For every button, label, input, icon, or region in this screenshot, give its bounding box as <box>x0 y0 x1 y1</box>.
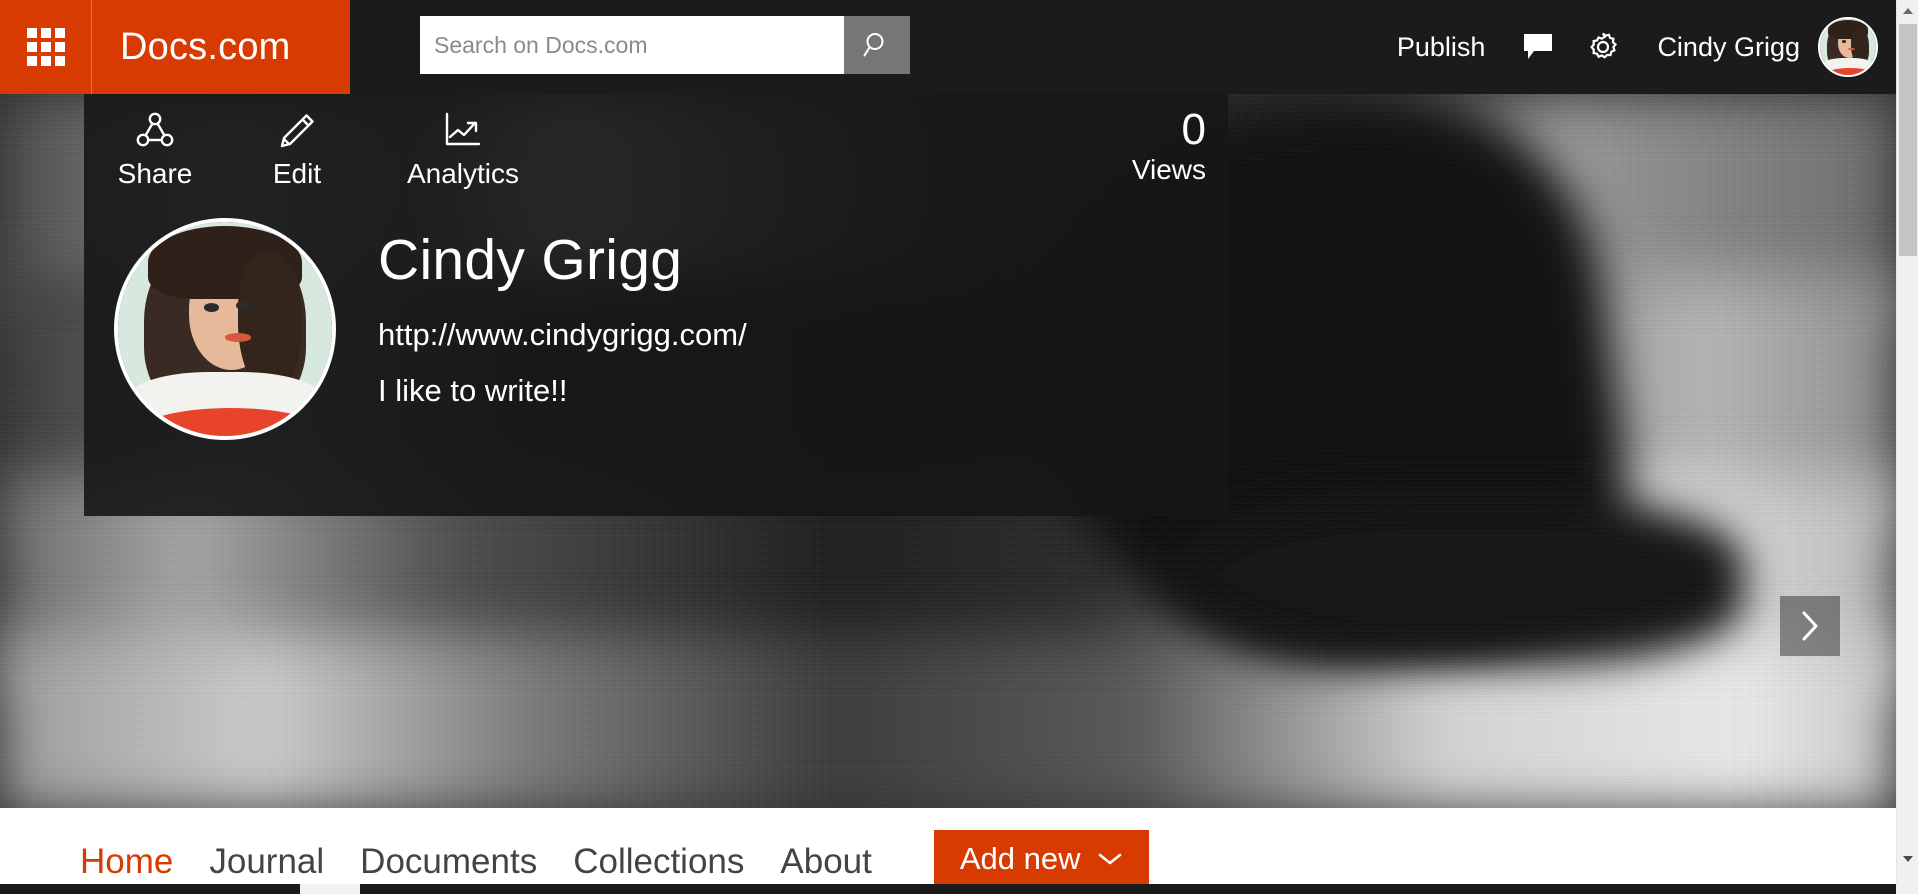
add-new-button[interactable]: Add new <box>933 830 1149 888</box>
share-label: Share <box>117 158 193 189</box>
chat-bubble-icon <box>1524 34 1553 59</box>
vertical-scrollbar[interactable] <box>1896 0 1918 894</box>
suite-bar-right: Publish Cindy Grigg <box>1375 0 1896 94</box>
brand-block: Docs.com <box>0 0 350 94</box>
waffle-icon <box>26 28 65 66</box>
horizontal-scrollbar[interactable] <box>0 884 1896 894</box>
app-launcher-button[interactable] <box>0 0 92 94</box>
brand-title[interactable]: Docs.com <box>92 26 291 69</box>
search-input[interactable] <box>420 16 844 74</box>
hero-banner: Share Edit Analytics 0 Views Cindy Grigg… <box>0 94 1896 808</box>
profile-avatar-portrait <box>118 222 332 436</box>
nav-item-documents[interactable]: Documents <box>360 836 537 888</box>
views-count: 0 <box>1181 105 1206 154</box>
nav-item-about[interactable]: About <box>780 836 871 888</box>
nav-links: Home Journal Documents Collections About <box>0 836 872 888</box>
search-button[interactable] <box>844 16 910 74</box>
scroll-up-button[interactable] <box>1897 0 1918 22</box>
views-label: Views <box>1131 154 1206 185</box>
suite-bar: Docs.com Publish <box>0 0 1896 94</box>
edit-label: Edit <box>272 158 322 189</box>
nav-item-home[interactable]: Home <box>80 836 173 888</box>
profile-nav: Home Journal Documents Collections About… <box>0 808 1896 888</box>
scrollbar-corner <box>1896 884 1918 894</box>
avatar-portrait <box>1820 19 1876 75</box>
views-counter: 0 Views <box>1132 106 1206 186</box>
feedback-button[interactable] <box>1507 0 1571 94</box>
page-root: Docs.com Publish <box>0 0 1918 894</box>
triangle-up-icon <box>1903 8 1913 14</box>
analytics-chart-icon <box>442 108 484 154</box>
add-new-label: Add new <box>959 841 1081 876</box>
scroll-down-button[interactable] <box>1897 848 1918 870</box>
chevron-right-icon <box>1802 611 1818 641</box>
nav-item-collections[interactable]: Collections <box>573 836 744 888</box>
profile-card: Share Edit Analytics 0 Views Cindy Grigg… <box>84 94 1228 516</box>
profile-action-bar: Share Edit Analytics <box>84 94 1228 212</box>
profile-avatar[interactable] <box>114 218 336 440</box>
triangle-down-icon <box>1903 856 1913 862</box>
profile-body: Cindy Grigg http://www.cindygrigg.com/ I… <box>84 212 1228 440</box>
avatar[interactable] <box>1818 17 1878 77</box>
gear-icon <box>1590 32 1618 59</box>
pencil-icon <box>276 108 318 154</box>
edit-button[interactable]: Edit <box>226 94 368 190</box>
profile-display-name: Cindy Grigg <box>378 228 683 292</box>
profile-identity: Cindy Grigg http://www.cindygrigg.com/ I… <box>378 212 747 410</box>
hero-next-button[interactable] <box>1780 596 1840 656</box>
profile-bio: I like to write!! <box>378 373 568 408</box>
user-name[interactable]: Cindy Grigg <box>1635 32 1818 63</box>
analytics-label: Analytics <box>406 158 520 189</box>
search-box <box>420 16 910 74</box>
profile-website-link[interactable]: http://www.cindygrigg.com/ <box>378 316 747 354</box>
publish-button[interactable]: Publish <box>1375 32 1508 63</box>
analytics-button[interactable]: Analytics <box>368 94 558 190</box>
vertical-scrollbar-thumb[interactable] <box>1899 24 1917 256</box>
settings-button[interactable] <box>1571 0 1635 94</box>
chevron-down-icon <box>1098 853 1121 865</box>
nav-item-journal[interactable]: Journal <box>209 836 324 888</box>
share-button[interactable]: Share <box>84 94 226 190</box>
share-icon <box>134 108 176 154</box>
horizontal-scrollbar-thumb[interactable] <box>300 884 360 894</box>
search-icon <box>863 33 884 57</box>
